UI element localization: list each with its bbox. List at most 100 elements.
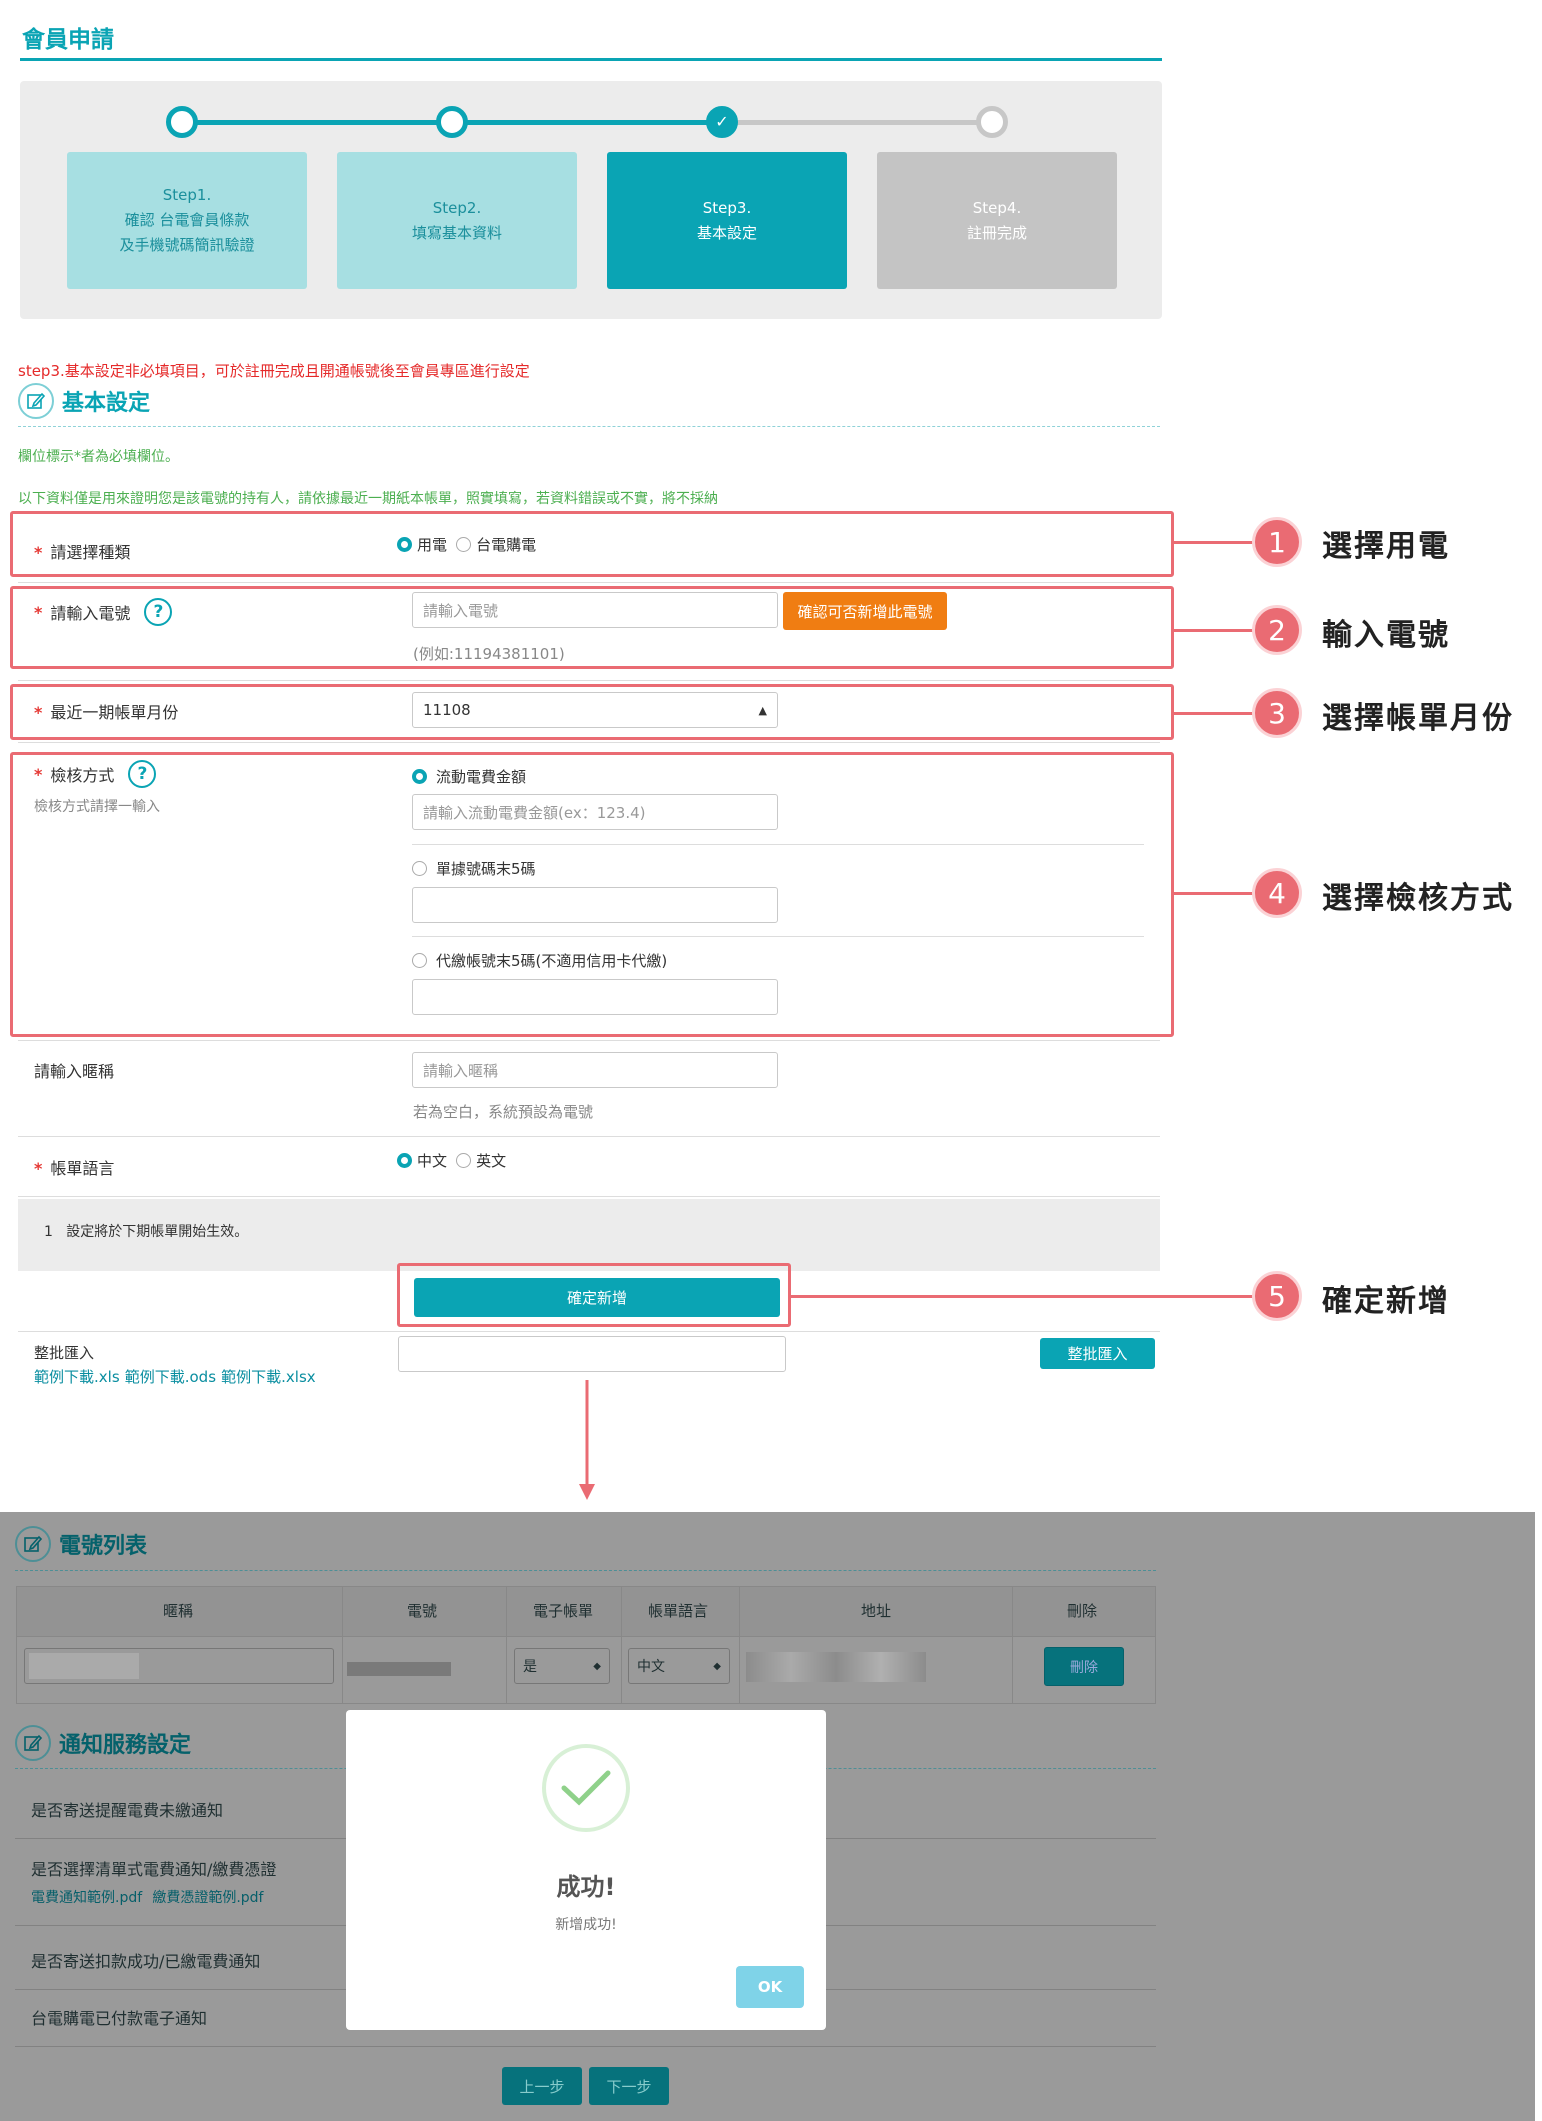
notify-item-unpaid: 是否寄送提醒電費未繳通知 [31,1801,224,1820]
callout-line-5 [791,1295,1254,1298]
ok-button[interactable]: OK [736,1966,804,2008]
notify-item-purchase: 台電購電已付款電子通知 [31,2009,208,2028]
language-label: * 帳單語言 [34,1159,115,1178]
callout-line-1 [1174,541,1254,544]
col-meter: 電號 [407,1602,438,1620]
callout-line-2 [1174,629,1254,632]
step4-node [976,106,1008,138]
callout-text-1: 選擇用電 [1322,529,1450,564]
callout-box-3 [10,684,1174,740]
row-divider [18,1040,1160,1041]
info-note: 以下資料僅是用來證明您是該電號的持有人，請依據最近一期紙本帳單，照實填寫，若資料… [18,491,718,507]
step-box-4: Step4. 註冊完成 [877,152,1117,289]
ebill-value: 是 [523,1659,537,1675]
basic-section-header: 基本設定 [18,383,150,419]
callout-text-4: 選擇檢核方式 [1322,881,1514,916]
page-title: 會員申請 [22,27,114,53]
sample-xlsx-link[interactable]: 範例下載.xlsx [221,1368,316,1386]
edit-icon [15,1526,51,1562]
callout-line-3 [1174,712,1254,715]
delete-button[interactable]: 刪除 [1044,1647,1124,1686]
meter-list-title: 電號列表 [59,1534,148,1559]
next-step-button[interactable]: 下一步 [589,2067,669,2105]
modal-title: 成功! [556,1873,616,1901]
bill-sample-link[interactable]: 電費通知範例.pdf [31,1890,142,1906]
basic-section-title: 基本設定 [62,391,151,416]
batch-file-input[interactable] [398,1336,786,1372]
col-address: 地址 [861,1602,892,1620]
sample-ods-link[interactable]: 範例下載.ods [125,1368,216,1386]
step1-node [166,106,198,138]
callout-box-5 [397,1263,791,1327]
callout-box-4 [10,752,1174,1037]
step-box-2: Step2. 填寫基本資料 [337,152,577,289]
prev-step-button[interactable]: 上一步 [502,2067,582,2105]
language-select[interactable]: 中文 ◆ [628,1648,730,1684]
edit-icon [15,1725,51,1761]
col-nickname: 暱稱 [163,1602,194,1620]
optional-notice: step3.基本設定非必填項目，可於註冊完成且開通帳號後至會員專區進行設定 [18,362,530,380]
col-divider [621,1587,622,1704]
step2-node [436,106,468,138]
notify-section-title: 通知服務設定 [59,1733,192,1758]
language-option-en: 英文 [476,1152,507,1170]
sample-xls-link[interactable]: 範例下載.xls [34,1368,120,1386]
notify-section-header: 通知服務設定 [15,1725,191,1761]
nickname-label: 請輸入暱稱 [34,1062,115,1081]
row-divider [18,680,1160,681]
callout-badge-5: 5 [1252,1271,1302,1321]
step-box-3: Step3. 基本設定 [607,152,847,289]
col-ebill: 電子帳單 [533,1602,594,1620]
required-note: 欄位標示*者為必填欄位。 [18,449,179,465]
sample-links: 範例下載.xls 範例下載.ods 範例下載.xlsx [34,1366,316,1387]
nickname-input[interactable]: 請輸入暱稱 [412,1052,778,1088]
ebill-select[interactable]: 是 ◆ [514,1648,610,1684]
receipt-sample-link[interactable]: 繳費憑證範例.pdf [152,1890,263,1906]
notify-item-list-bill: 是否選擇清單式電費通知/繳費憑證 [31,1860,277,1879]
language-option-zh: 中文 [417,1152,448,1170]
col-divider [739,1587,740,1704]
batch-label: 整批匯入 [34,1344,95,1362]
row-divider [18,1331,1160,1332]
edit-icon [18,383,54,419]
callout-text-5: 確定新增 [1322,1284,1450,1319]
info-box-text: 1 設定將於下期帳單開始生效。 [44,1224,249,1240]
blurred-address [746,1652,926,1682]
notify-item-paid: 是否寄送扣款成功/已繳電費通知 [31,1952,261,1971]
batch-import-button[interactable]: 整批匯入 [1040,1338,1155,1369]
col-divider [1012,1587,1013,1704]
col-divider [342,1587,343,1704]
callout-badge-1: 1 [1252,517,1302,567]
col-delete: 刪除 [1067,1602,1098,1620]
section-divider [18,426,1160,427]
row-divider [18,1136,1160,1137]
col-divider [506,1587,507,1704]
callout-text-3: 選擇帳單月份 [1322,701,1514,736]
section-divider [15,1570,1156,1571]
row-divider [15,2046,1156,2047]
select-arrow-icon: ◆ [713,1660,721,1672]
title-divider [20,58,1162,61]
callout-badge-3: 3 [1252,688,1302,738]
success-check-icon [542,1744,630,1832]
callout-line-4 [1174,892,1254,895]
row-divider [18,582,1160,583]
modal-message: 新增成功! [555,1917,617,1933]
callout-box-2 [10,586,1174,669]
callout-box-1 [10,511,1174,577]
check-icon: ✓ [706,106,738,138]
callout-badge-2: 2 [1252,605,1302,655]
notify-sample-links: 電費通知範例.pdf 繳費憑證範例.pdf [31,1887,263,1907]
blurred-meter-number [347,1662,451,1676]
row-language-value: 中文 [637,1659,665,1675]
language-radio-zh[interactable] [397,1153,412,1168]
progress-track-pending [724,120,994,125]
language-radio-group: 中文 英文 [397,1150,510,1171]
nickname-hint: 若為空白，系統預設為電號 [413,1103,594,1121]
row-divider [18,1196,1160,1197]
col-language: 帳單語言 [648,1602,709,1620]
language-radio-en[interactable] [456,1153,472,1168]
row-divider [18,742,1160,743]
info-box: 1 設定將於下期帳單開始生效。 [18,1199,1160,1271]
nickname-cell-input[interactable] [24,1648,334,1684]
